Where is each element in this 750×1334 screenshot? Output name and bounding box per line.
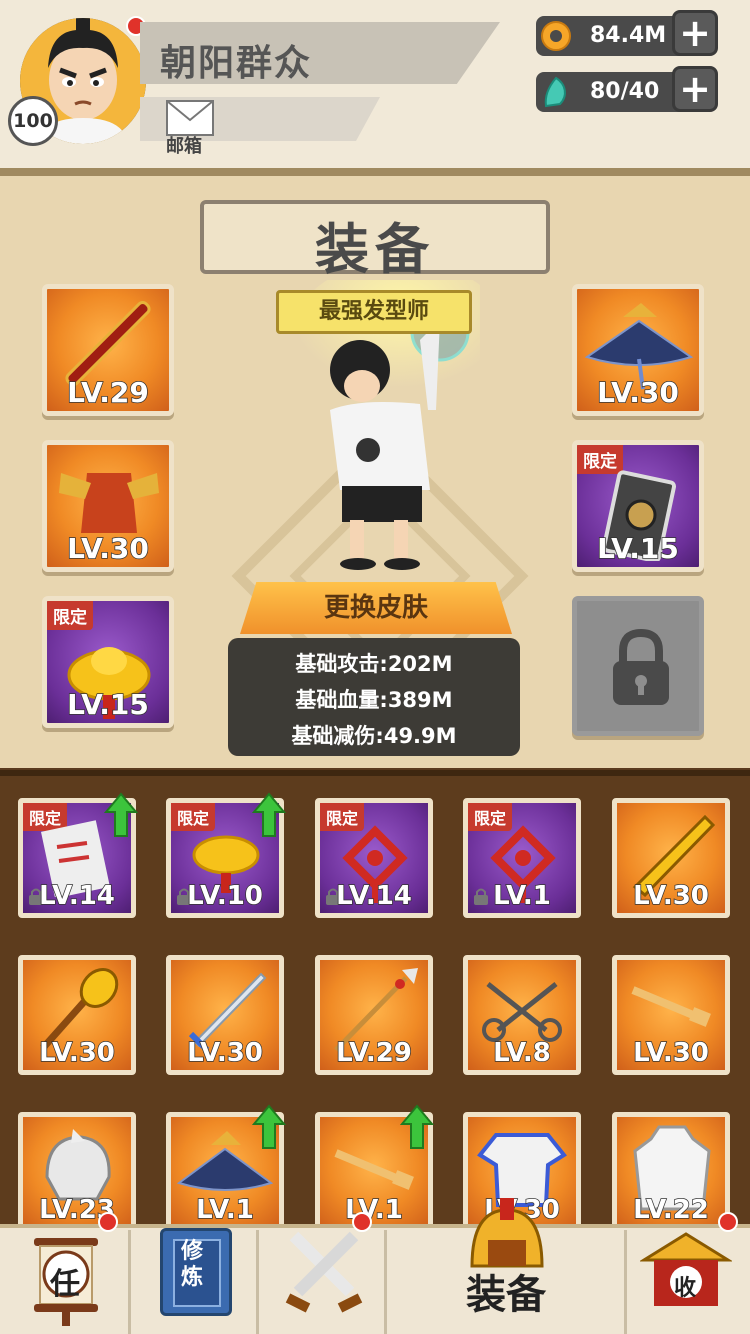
item-level: LV.30 (186, 1037, 263, 1069)
stat-damage-reduction: 基础减伤:49.9M (291, 724, 457, 748)
nav-divider (384, 1230, 387, 1334)
upgrade-arrow-icon (104, 792, 138, 837)
task-label: 任 (50, 1267, 80, 1302)
stat-attack: 基础攻击:202M (295, 652, 453, 676)
item-level: LV.30 (632, 880, 709, 912)
equip-slot-left-3[interactable]: 限定 LV.15 (42, 596, 174, 728)
equip-slot-left-2[interactable]: LV.30 (42, 440, 174, 572)
mail-button[interactable]: 邮箱 (160, 96, 222, 158)
inventory-item[interactable]: LV.30 (18, 955, 136, 1075)
equip-slot-right-3-locked[interactable] (572, 596, 704, 736)
equip-slot-right-1[interactable]: LV.30 (572, 284, 704, 416)
nav-divider (128, 1230, 131, 1334)
plus-icon: + (679, 67, 711, 111)
player-name: 朝阳群众 (160, 43, 313, 84)
upgrade-arrow-icon (400, 1104, 434, 1149)
collect-label: 收 (674, 1276, 697, 1301)
inventory-item[interactable]: LV.22 (612, 1112, 730, 1232)
nav-task[interactable]: 任 (20, 1228, 112, 1328)
equip-slot-left-1[interactable]: LV.29 (42, 284, 174, 416)
item-level: LV.30 (38, 1037, 115, 1069)
collect-notification-dot (718, 1212, 738, 1232)
nav-collect[interactable]: 收 (638, 1230, 734, 1316)
item-level: LV.1 (195, 1194, 254, 1226)
nav-divider (624, 1230, 627, 1334)
battle-notification-dot (352, 1212, 372, 1232)
equip-slot-right-2[interactable]: 限定 LV.15 (572, 440, 704, 572)
slot-level: LV.30 (66, 531, 149, 566)
add-gem-button[interactable]: + (672, 66, 718, 112)
inventory-item[interactable]: 限定 LV.14 (315, 798, 433, 918)
task-notification-dot (98, 1212, 118, 1232)
slot-level: LV.15 (66, 687, 149, 722)
item-level: LV.8 (492, 1037, 551, 1069)
item-level: LV.14 (335, 880, 412, 912)
player-level-badge: 100 (8, 96, 58, 146)
item-level: LV.1 (344, 1194, 403, 1226)
inventory-item[interactable]: 限定 LV.1 (463, 798, 581, 918)
item-level: LV.1 (492, 880, 551, 912)
slot-level: LV.15 (596, 531, 679, 566)
item-level: LV.29 (335, 1037, 412, 1069)
stat-health: 基础血量:389M (295, 688, 453, 712)
mail-icon (166, 100, 214, 136)
nav-battle[interactable] (280, 1228, 368, 1316)
crossed-swords-icon (285, 1231, 363, 1313)
nav-equip-label: 装备 (466, 1272, 546, 1318)
nav-cultivate[interactable]: 修炼 (160, 1228, 232, 1316)
plus-icon: + (679, 11, 711, 55)
gem-resource: 80/40 (536, 72, 694, 112)
mail-label: 邮箱 (166, 136, 202, 157)
item-level: LV.22 (632, 1194, 709, 1226)
upgrade-arrow-icon (252, 1104, 286, 1149)
stats-box: 基础攻击:202M 基础血量:389M 基础减伤:49.9M (228, 638, 520, 756)
inventory-item[interactable]: LV.30 (612, 798, 730, 918)
gold-resource: 84.4M (536, 16, 694, 56)
bottom-nav (0, 1224, 750, 1334)
change-skin-button[interactable]: 更换皮肤 (240, 582, 512, 634)
add-gold-button[interactable]: + (672, 10, 718, 56)
key-icon (631, 986, 711, 1027)
gem-value: 80/40 (590, 79, 660, 104)
gold-value: 84.4M (590, 23, 667, 48)
item-level: LV.10 (186, 880, 263, 912)
gold-coin-icon (541, 21, 571, 51)
item-level: LV.30 (632, 1037, 709, 1069)
upgrade-arrow-icon (252, 792, 286, 837)
inventory-item[interactable]: LV.29 (315, 955, 433, 1075)
nav-divider (256, 1230, 259, 1334)
lock-icon (613, 629, 669, 705)
item-level: LV.14 (38, 880, 115, 912)
inventory-item[interactable]: LV.8 (463, 955, 581, 1075)
slot-level: LV.29 (66, 375, 149, 410)
gem-icon (544, 76, 566, 108)
inventory-item[interactable]: LV.30 (166, 955, 284, 1075)
cultivate-label: 修炼 (181, 1239, 204, 1290)
inventory-item[interactable]: LV.30 (612, 955, 730, 1075)
inventory-item[interactable]: LV.23 (18, 1112, 136, 1232)
character-title-tag: 最强发型师 (276, 290, 472, 334)
panel-title: 装备 (315, 218, 435, 281)
slot-level: LV.30 (596, 375, 679, 410)
